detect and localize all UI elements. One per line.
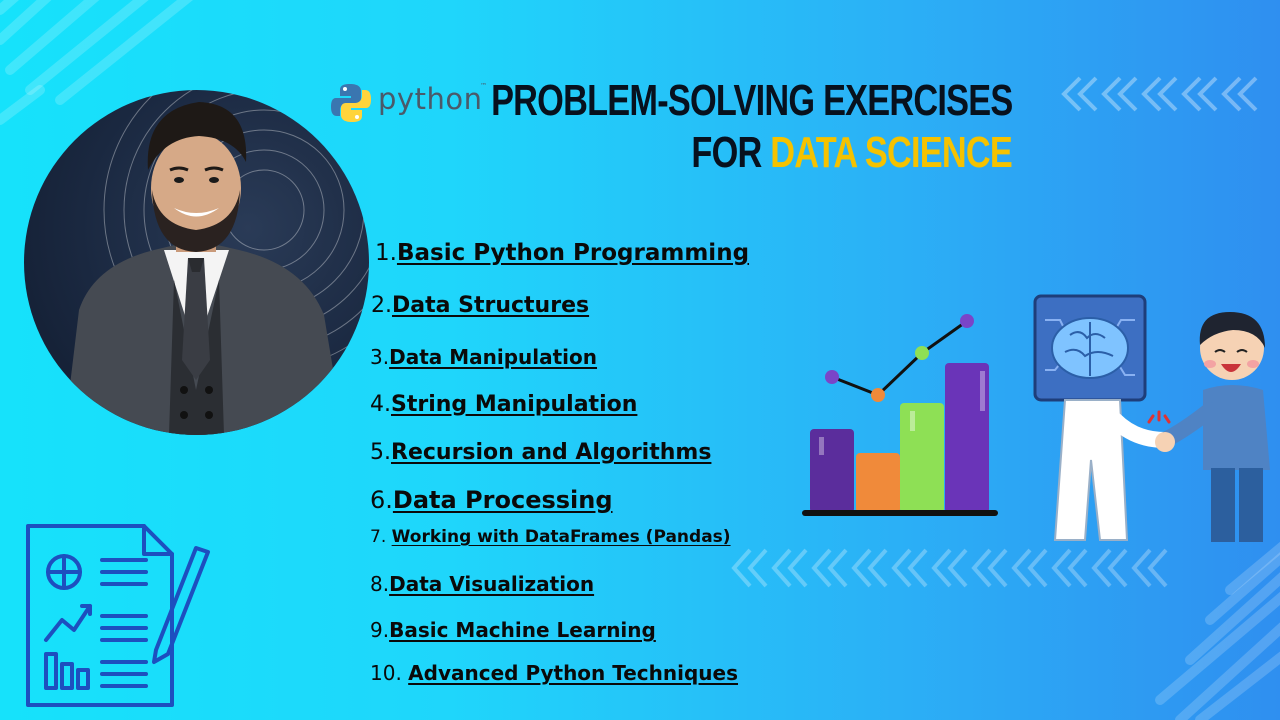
python-logo-text: python <box>378 82 483 116</box>
item-label: Working with DataFrames (Pandas) <box>391 527 731 547</box>
list-item: 2.Data Structures <box>371 293 589 318</box>
python-logo-icon <box>331 84 371 122</box>
title-highlight: DATA SCIENCE <box>770 128 1012 177</box>
item-number: 6. <box>370 486 393 514</box>
ai-handshake-illustration <box>1033 294 1270 542</box>
trademark-mark: ™ <box>480 82 487 90</box>
list-item: 1.Basic Python Programming <box>375 240 749 266</box>
header: python ™ PROBLEM-SOLVING EXERCISES FOR D… <box>330 76 1020 186</box>
list-item: 4.String Manipulation <box>370 392 637 417</box>
item-label: Data Manipulation <box>389 345 598 369</box>
list-item: 6.Data Processing <box>370 486 613 514</box>
chart-bar-2 <box>856 453 900 513</box>
item-label: Data Visualization <box>389 572 595 596</box>
item-number: 7. <box>370 527 392 547</box>
list-item: 10. Advanced Python Techniques <box>370 661 738 685</box>
bar-chart-illustration <box>802 314 998 516</box>
list-item: 8.Data Visualization <box>370 572 594 596</box>
handshake <box>1155 432 1175 452</box>
title-line-2: FOR DATA SCIENCE <box>691 128 1012 178</box>
item-number: 8. <box>370 572 390 596</box>
presenter-photo <box>24 90 369 435</box>
item-label: Data Processing <box>392 486 613 514</box>
list-item: 7. Working with DataFrames (Pandas) <box>370 527 731 547</box>
title-line-1: PROBLEM-SOLVING EXERCISES <box>490 76 1013 125</box>
chart-point <box>915 346 929 360</box>
item-label: Recursion and Algorithms <box>391 440 712 465</box>
report-document-icon <box>26 524 210 707</box>
item-number: 1. <box>375 240 397 266</box>
list-item: 9.Basic Machine Learning <box>370 618 656 642</box>
item-label: Basic Machine Learning <box>389 618 656 642</box>
item-number: 3. <box>370 345 390 369</box>
chart-point <box>825 370 839 384</box>
title-prefix: FOR <box>691 128 771 177</box>
item-label: String Manipulation <box>391 392 638 417</box>
presenter-illustration <box>64 90 369 435</box>
item-number: 9. <box>370 618 390 642</box>
item-number: 5. <box>370 440 391 465</box>
item-label: Data Structures <box>392 293 590 318</box>
item-number: 4. <box>370 392 391 417</box>
item-number: 2. <box>371 293 392 318</box>
chart-baseline <box>802 510 998 516</box>
chart-bar-1 <box>810 429 854 513</box>
item-label: Advanced Python Techniques <box>408 661 739 685</box>
list-item: 3.Data Manipulation <box>370 345 597 369</box>
chart-point <box>960 314 974 328</box>
item-label: Basic Python Programming <box>396 240 750 266</box>
chart-point <box>871 388 885 402</box>
list-item: 5.Recursion and Algorithms <box>370 440 711 465</box>
chart-bar-3 <box>900 403 944 513</box>
item-number: 10. <box>370 661 409 685</box>
person-shirt <box>1203 385 1270 470</box>
